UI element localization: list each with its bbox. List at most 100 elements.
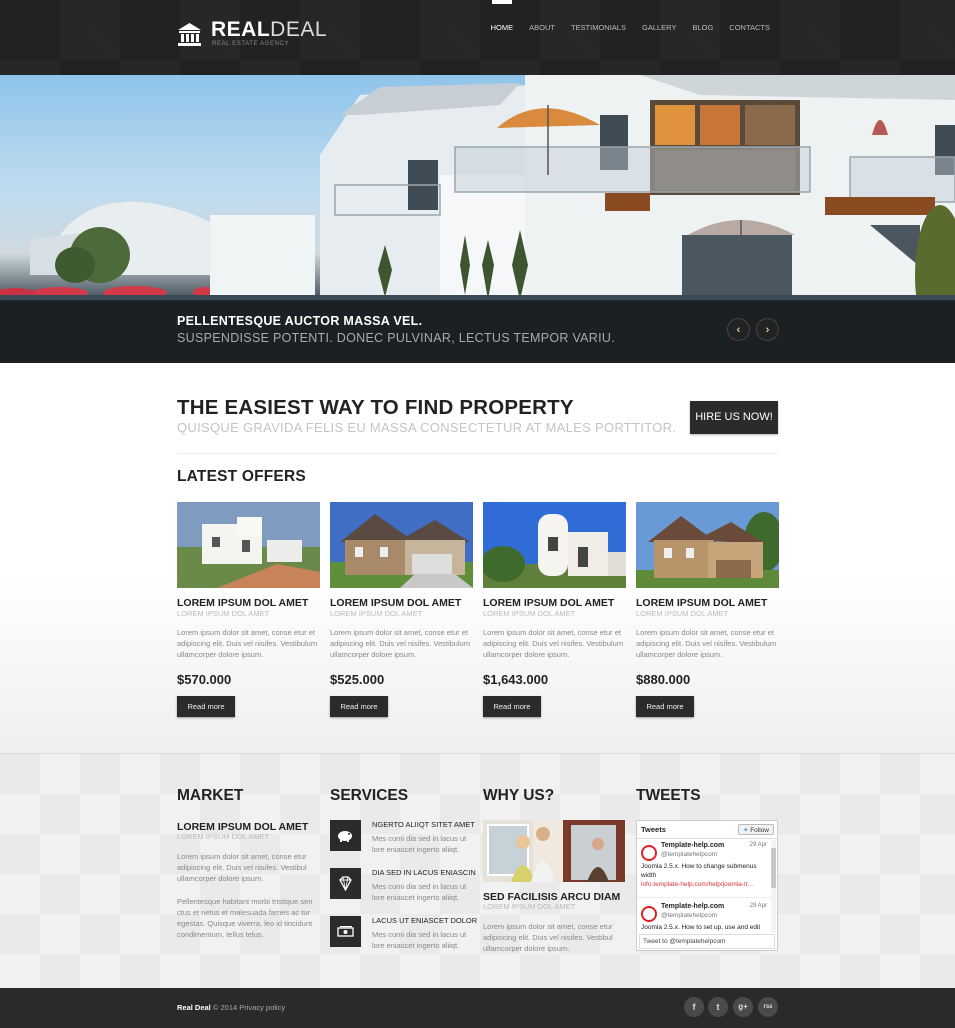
- logo-tagline: REAL ESTATE AGENCY: [212, 41, 290, 47]
- copyright: Real Deal © 2014 Privacy policy: [177, 1003, 285, 1012]
- read-more-button[interactable]: Read more: [330, 696, 388, 717]
- tweet-body: Joomla 2.5.x. How to set up, use and edi…: [641, 924, 761, 931]
- service-item: LACUS UT ENIASCET DOLOR Mes cumi dia sed…: [330, 916, 478, 956]
- offer-price: $880.000: [636, 672, 691, 687]
- offer-image[interactable]: [636, 502, 779, 588]
- offer-image[interactable]: [330, 502, 473, 588]
- offer-card: LOREM IPSUM DOL AMET LOREM IPSUM DOL AME…: [483, 502, 626, 717]
- twitter-bird-icon: ✦: [742, 827, 749, 834]
- service-title: LACUS UT ENIASCET DOLOR: [372, 916, 478, 925]
- nav-contacts[interactable]: CONTACTS: [721, 0, 778, 75]
- offer-price: $1,643.000: [483, 672, 549, 687]
- market-subtitle: LOREM IPSUM DOL AMET: [177, 832, 270, 841]
- read-more-button[interactable]: Read more: [177, 696, 235, 717]
- avatar: [641, 845, 657, 861]
- chevron-right-icon: ›: [765, 324, 770, 336]
- avatar: [641, 906, 657, 922]
- offer-image[interactable]: [177, 502, 320, 588]
- footer-brand: Real Deal: [177, 1003, 211, 1012]
- offer-title: LOREM IPSUM DOL AMET: [177, 597, 309, 609]
- offer-price: $525.000: [330, 672, 385, 687]
- read-more-button[interactable]: Read more: [483, 696, 541, 717]
- twitter-icon[interactable]: t: [708, 997, 728, 1017]
- offer-card: LOREM IPSUM DOL AMET LOREM IPSUM DOL AME…: [636, 502, 779, 717]
- nav-home[interactable]: HOME: [483, 0, 522, 75]
- offer-price: $570.000: [177, 672, 232, 687]
- slide-caption: PELLENTESQUE AUCTOR MASSA VEL. SUSPENDIS…: [0, 300, 955, 363]
- offer-image[interactable]: [483, 502, 626, 588]
- logo-bold: REAL: [211, 18, 271, 41]
- offer-subtitle: LOREM IPSUM DOL AMET: [330, 609, 423, 618]
- piggy-bank-icon[interactable]: [330, 820, 361, 851]
- tweet-input[interactable]: Tweet to @templatehelpcom: [639, 934, 775, 949]
- tweet-author: Template-help.com: [661, 903, 725, 910]
- why-us-heading: WHY US?: [483, 787, 555, 804]
- nav-testimonials[interactable]: TESTIMONIALS: [563, 0, 634, 75]
- offer-subtitle: LOREM IPSUM DOL AMET: [483, 609, 576, 618]
- diamond-icon[interactable]: [330, 868, 361, 899]
- tweet-text: Joomla 2.5.x. How to change submenus wid…: [641, 862, 769, 889]
- why-us-image: [483, 820, 625, 882]
- service-title: NGERTO ALIIQT SITET AMET: [372, 820, 475, 829]
- tweet-item[interactable]: Template-help.com @templatehelpcom 29 Ap…: [637, 840, 771, 898]
- site-footer: Real Deal © 2014 Privacy policy f t g+ r…: [0, 988, 955, 1028]
- offer-subtitle: LOREM IPSUM DOL AMET: [636, 609, 729, 618]
- service-text: Mes cumi dia sed in lacus ut lore eniasc…: [372, 834, 467, 854]
- nav-blog[interactable]: BLOG: [684, 0, 721, 75]
- twitter-widget: Tweets ✦ Follow Template-help.com @templ…: [636, 820, 778, 951]
- intro-title: THE EASIEST WAY TO FIND PROPERTY: [177, 396, 574, 419]
- tweets-heading: TWEETS: [636, 787, 701, 804]
- why-us-text: Lorem ipsum dolor sit amet, conse etur a…: [483, 922, 613, 953]
- section-divider: [177, 453, 778, 454]
- tweets-scrollbar[interactable]: [771, 840, 776, 933]
- service-text: Mes cumi dia sed in lacus ut lore eniasc…: [372, 882, 467, 902]
- why-us-subtitle: LOREM IPSUM DOL AMET: [483, 902, 576, 911]
- logo-light: DEAL: [270, 18, 328, 41]
- caption-title: PELLENTESQUE AUCTOR MASSA VEL.: [177, 314, 423, 328]
- offer-description: Lorem ipsum dolor sit amet, conse etur e…: [636, 628, 777, 659]
- offer-card: LOREM IPSUM DOL AMET LOREM IPSUM DOL AME…: [177, 502, 320, 717]
- caption-subtitle: SUSPENDISSE POTENTI. DONEC PULVINAR, LEC…: [177, 331, 616, 345]
- rss-icon[interactable]: rss: [758, 997, 778, 1017]
- offer-title: LOREM IPSUM DOL AMET: [330, 597, 462, 609]
- slider-next-button[interactable]: ›: [756, 318, 779, 341]
- hire-us-button[interactable]: HIRE US NOW!: [690, 401, 778, 434]
- bank-building-icon: [178, 23, 201, 46]
- hero-slider: PELLENTESQUE AUCTOR MASSA VEL. SUSPENDIS…: [0, 75, 955, 363]
- slider-prev-button[interactable]: ‹: [727, 318, 750, 341]
- tweet-body: Joomla 2.5.x. How to change submenus wid…: [641, 863, 757, 879]
- intro-subtitle: QUISQUE GRAVIDA FELIS EU MASSA CONSECTET…: [177, 420, 677, 435]
- latest-offers-heading: LATEST OFFERS: [177, 468, 306, 485]
- tweet-date: 29 Apr: [749, 903, 767, 909]
- market-heading: MARKET: [177, 787, 244, 804]
- twitter-widget-title: Tweets: [641, 825, 666, 834]
- follow-label: Follow: [750, 827, 769, 834]
- tweet-handle: @templatehelpcom: [661, 851, 718, 858]
- copyright-text[interactable]: © 2014 Privacy policy: [211, 1003, 285, 1012]
- chevron-left-icon: ‹: [736, 324, 741, 336]
- tweet-link[interactable]: info.template-help.com/help/joomla-tr...: [641, 881, 753, 888]
- nav-gallery[interactable]: GALLERY: [634, 0, 684, 75]
- offer-title: LOREM IPSUM DOL AMET: [483, 597, 615, 609]
- info-section: [0, 753, 955, 988]
- read-more-button[interactable]: Read more: [636, 696, 694, 717]
- twitter-widget-header: Tweets ✦ Follow: [637, 821, 777, 839]
- nav-about[interactable]: ABOUT: [521, 0, 563, 75]
- google-plus-icon[interactable]: g+: [733, 997, 753, 1017]
- scrollbar-thumb[interactable]: [771, 848, 776, 888]
- service-text: Mes cumi dia sed in lacus ut lore eniasc…: [372, 930, 467, 950]
- follow-button[interactable]: ✦ Follow: [737, 824, 774, 835]
- service-item: DIA SED IN LACUS ENIASCIN Mes cumi dia s…: [330, 868, 476, 908]
- facebook-icon[interactable]: f: [684, 997, 704, 1017]
- tweet-date: 29 Apr: [749, 842, 767, 848]
- logo-text: REALDEAL: [211, 18, 327, 42]
- market-paragraph-1: Lorem ipsum dolor sit amet, conse etur a…: [177, 852, 307, 883]
- services-heading: SERVICES: [330, 787, 409, 804]
- offer-subtitle: LOREM IPSUM DOL AMET: [177, 609, 270, 618]
- offers-section: [0, 455, 955, 753]
- service-title: DIA SED IN LACUS ENIASCIN: [372, 868, 476, 877]
- market-paragraph-2: Pellentesque habitant morbi tristique se…: [177, 897, 313, 939]
- money-icon[interactable]: [330, 916, 361, 947]
- main-nav: HOME ABOUT TESTIMONIALS GALLERY BLOG CON…: [483, 0, 778, 75]
- offer-description: Lorem ipsum dolor sit amet, conse etur e…: [177, 628, 318, 659]
